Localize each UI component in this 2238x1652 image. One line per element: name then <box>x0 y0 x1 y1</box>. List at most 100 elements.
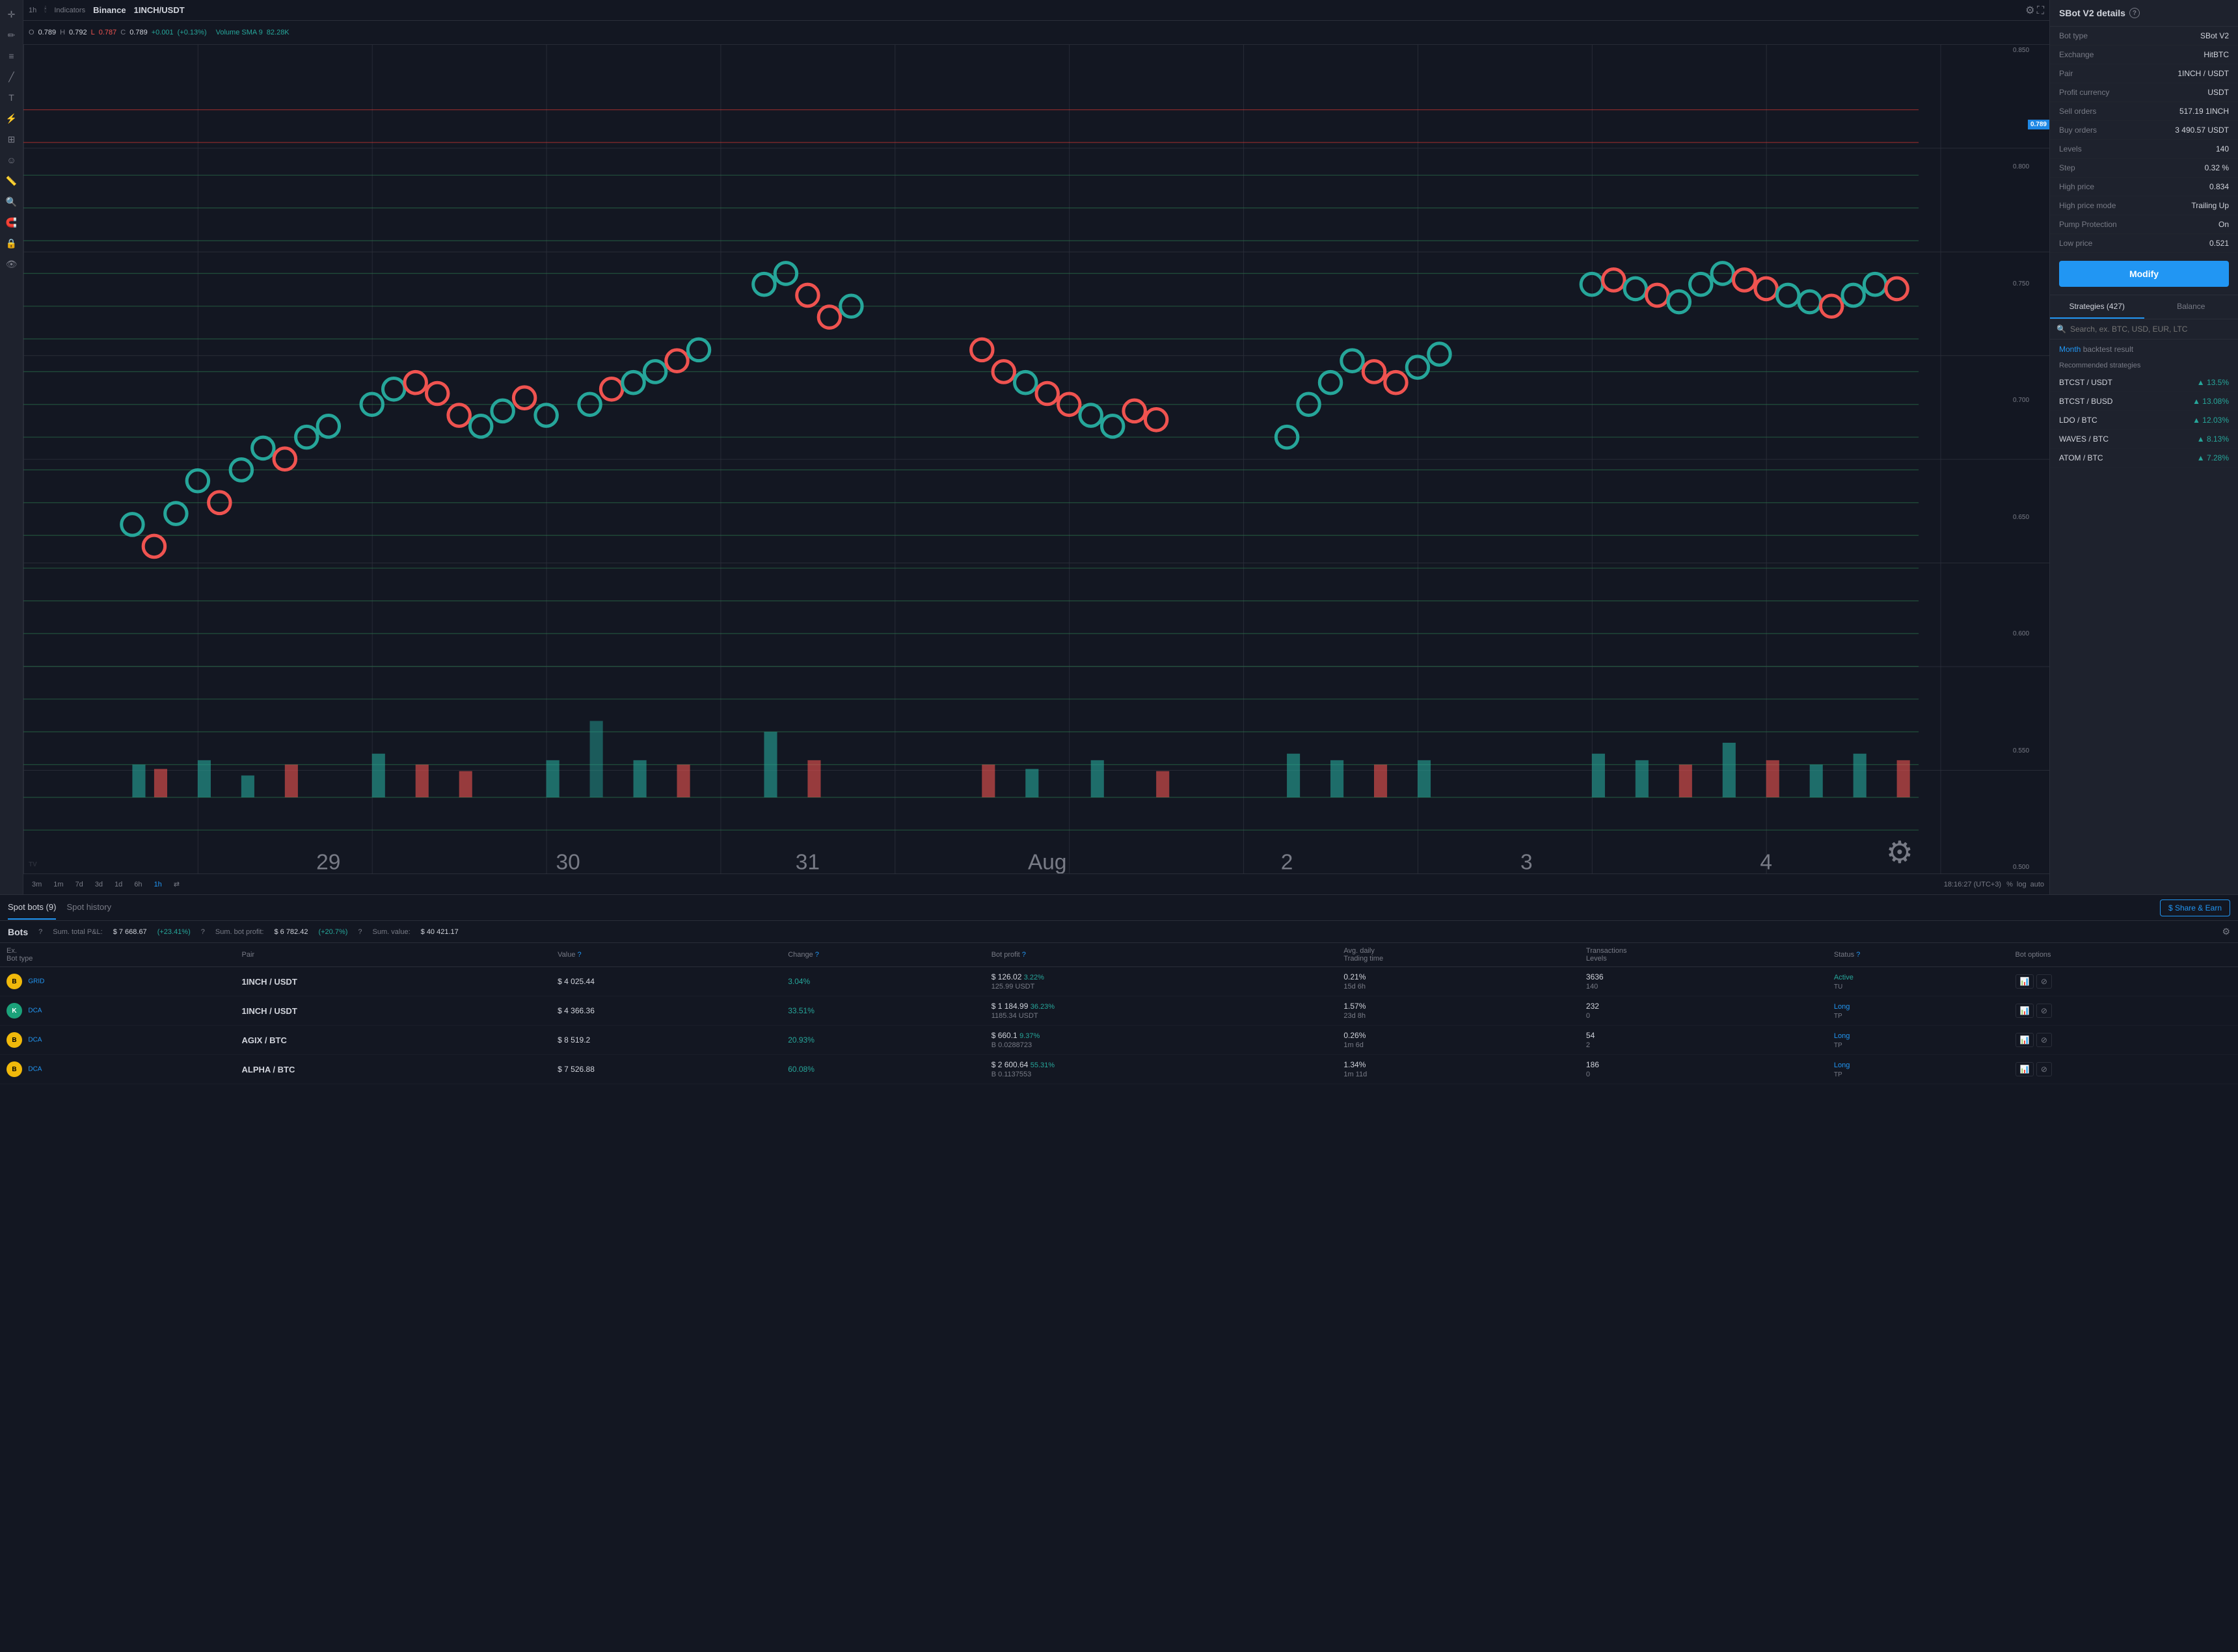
time-display: 18:16:27 (UTC+3) <box>1944 881 2001 888</box>
pair-name-1: 1INCH / USDT <box>242 1006 297 1016</box>
compare-btn[interactable]: ⇄ <box>170 879 183 890</box>
stop-btn-3[interactable]: ⊘ <box>2036 1062 2052 1076</box>
lines-tool[interactable]: ≡ <box>3 47 21 65</box>
high-price-mode-value: Trailing Up <box>2191 201 2229 210</box>
bottom-panel: Spot bots (9) Spot history $ Share & Ear… <box>0 895 2238 1652</box>
spot-bots-tab[interactable]: Spot bots (9) <box>8 896 56 920</box>
pair-name-0: 1INCH / USDT <box>242 977 297 987</box>
spot-history-tab[interactable]: Spot history <box>66 896 111 920</box>
measure-tool[interactable]: ⚡ <box>3 109 21 127</box>
low-price-row: Low price 0.521 <box>2050 234 2238 253</box>
th-bot-options: Bot options <box>2009 943 2238 967</box>
bot-avg-daily-2: 0.26%1m 6d <box>1337 1026 1580 1055</box>
bots-table-container[interactable]: Ex.Bot type Pair Value ? Change ? Bot pr… <box>0 943 2238 1652</box>
close-value: 0.789 <box>129 29 148 36</box>
strategy-pair-1: BTCST / BUSD <box>2059 397 2112 406</box>
svg-text:Aug: Aug <box>1028 851 1067 874</box>
bot-pair-1: 1INCH / USDT <box>236 996 552 1026</box>
strategies-tabs: Strategies (427) Balance <box>2050 295 2238 319</box>
help-icon-value: ? <box>358 928 362 936</box>
strategies-search-bar[interactable]: 🔍 <box>2050 319 2238 340</box>
text-tool[interactable]: T <box>3 88 21 107</box>
volume-label: Volume SMA 9 <box>216 29 263 36</box>
tf-6h[interactable]: 6h <box>131 879 145 890</box>
tf-3m[interactable]: 3m <box>29 879 45 890</box>
tf-1h[interactable]: 1h <box>151 879 165 890</box>
zoom-tool[interactable]: 🔍 <box>3 193 21 211</box>
auto-scale[interactable]: auto <box>2030 881 2044 888</box>
lock-tool[interactable]: 🔒 <box>3 234 21 252</box>
tf-1m[interactable]: 1m <box>50 879 66 890</box>
status-badge-3: Long <box>1834 1061 1850 1069</box>
price-level-800: 0.800 <box>2013 163 2047 170</box>
kucoin-icon-1: K <box>7 1003 22 1019</box>
strategy-item-4[interactable]: ATOM / BTC ▲ 7.28% <box>2050 449 2238 468</box>
high-price-value: 0.834 <box>2209 182 2229 191</box>
ruler-tool[interactable]: 📏 <box>3 172 21 190</box>
shapes-tool[interactable]: ⊞ <box>3 130 21 148</box>
bot-avg-daily-3: 1.34%1m 11d <box>1337 1055 1580 1084</box>
indicators-btn[interactable]: Indicators <box>54 7 85 14</box>
strategy-item-3[interactable]: WAVES / BTC ▲ 8.13% <box>2050 430 2238 449</box>
table-row: B GRID 1INCH / USDT $ 4 025.44 3.04% $ 1… <box>0 967 2238 996</box>
log-scale[interactable]: log <box>2017 881 2027 888</box>
exchange-value: HitBTC <box>2204 50 2229 59</box>
eye-tool[interactable]: 👁 <box>3 255 21 273</box>
stop-btn-0[interactable]: ⊘ <box>2036 974 2052 989</box>
table-row: B DCA ALPHA / BTC $ 7 526.88 60.08% $ 2 … <box>0 1055 2238 1084</box>
emoji-tool[interactable]: ☺ <box>3 151 21 169</box>
filter-button[interactable]: ⚙ <box>2222 926 2230 937</box>
settings-btn[interactable]: ⚙ <box>2025 4 2034 17</box>
candle-type-selector[interactable]: 🕯 <box>44 6 46 14</box>
crosshair-tool[interactable]: ✛ <box>3 5 21 23</box>
bot-type-row: Bot type SBot V2 <box>2050 27 2238 46</box>
chart-btn-0[interactable]: 📊 <box>2016 974 2034 989</box>
chart-btn-1[interactable]: 📊 <box>2016 1004 2034 1018</box>
help-icon[interactable]: ? <box>2129 8 2140 18</box>
fullscreen-btn[interactable]: ⛶ <box>2037 5 2044 17</box>
pump-protection-label: Pump Protection <box>2059 220 2117 229</box>
chart-canvas[interactable]: 29 30 31 Aug 2 3 4 ⚙ 0.850 0.800 0.750 <box>23 44 2049 873</box>
pencil-tool[interactable]: ✏ <box>3 26 21 44</box>
bot-transactions-1: 2320 <box>1580 996 1827 1026</box>
low-label: L <box>91 29 95 36</box>
stop-btn-2[interactable]: ⊘ <box>2036 1033 2052 1047</box>
stop-btn-1[interactable]: ⊘ <box>2036 1004 2052 1018</box>
tf-7d[interactable]: 7d <box>72 879 87 890</box>
app-container: ✛ ✏ ≡ ╱ T ⚡ ⊞ ☺ 📏 🔍 🧲 🔒 👁 1h 🕯 Indicator… <box>0 0 2238 1652</box>
modify-button[interactable]: Modify <box>2059 261 2229 287</box>
pair-label: Pair <box>2059 69 2073 78</box>
bot-transactions-2: 542 <box>1580 1026 1827 1055</box>
th-change: Change ? <box>781 943 985 967</box>
share-earn-button[interactable]: $ Share & Earn <box>2160 899 2230 916</box>
magnet-tool[interactable]: 🧲 <box>3 213 21 232</box>
binance-icon-3: B <box>7 1061 22 1077</box>
strategies-tab[interactable]: Strategies (427) <box>2050 295 2144 319</box>
bot-profit-value: $ 6 782.42 <box>274 928 308 936</box>
bot-exchange-2: B DCA <box>0 1026 236 1055</box>
strategies-search-input[interactable] <box>2070 325 2231 334</box>
balance-tab[interactable]: Balance <box>2144 295 2238 319</box>
strategy-item-2[interactable]: LDO / BTC ▲ 12.03% <box>2050 411 2238 430</box>
pct-scale[interactable]: % <box>2006 881 2013 888</box>
bot-profit-1: $ 1 184.99 36.23% 1185.34 USDT <box>985 996 1338 1026</box>
strategy-item-0[interactable]: BTCST / USDT ▲ 13.5% <box>2050 373 2238 392</box>
strategy-profit-1: ▲ 13.08% <box>2192 397 2229 406</box>
exchange-label[interactable]: Binance <box>93 5 126 15</box>
levels-value: 140 <box>2216 144 2229 153</box>
bot-profit-label: Sum. bot profit: <box>215 928 264 936</box>
bot-type-badge-2: DCA <box>28 1037 42 1044</box>
strategy-item-1[interactable]: BTCST / BUSD ▲ 13.08% <box>2050 392 2238 411</box>
pnl-change: (+23.41%) <box>157 928 191 936</box>
bot-value-1: $ 4 366.36 <box>551 996 781 1026</box>
step-label: Step <box>2059 163 2075 172</box>
tf-3d[interactable]: 3d <box>92 879 106 890</box>
chart-btn-3[interactable]: 📊 <box>2016 1062 2034 1076</box>
pair-value: 1INCH / USDT <box>2177 69 2229 78</box>
tf-1d[interactable]: 1d <box>111 879 126 890</box>
draw-line-tool[interactable]: ╱ <box>3 68 21 86</box>
pair-label[interactable]: 1INCH/USDT <box>134 5 185 15</box>
bot-change-3: 60.08% <box>781 1055 985 1084</box>
chart-btn-2[interactable]: 📊 <box>2016 1033 2034 1047</box>
timeframe-selector[interactable]: 1h <box>29 7 36 14</box>
